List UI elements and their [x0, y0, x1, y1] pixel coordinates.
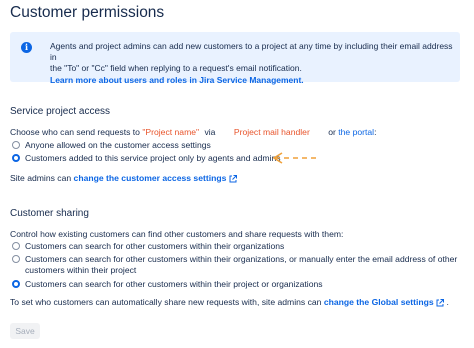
external-link-icon[interactable] — [436, 298, 445, 307]
radio-label-line-1: Customers can search for other customers… — [25, 254, 458, 264]
global-settings-row: To set who customers can automatically s… — [10, 297, 449, 308]
access-prompt-text: Choose who can send requests to — [10, 127, 140, 137]
via-text: via — [204, 127, 216, 137]
customer-sharing-heading: Customer sharing — [10, 208, 89, 219]
sharing-prompt: Control how existing customers can find … — [10, 229, 344, 239]
mail-handler-annotation: Project mail handler — [233, 127, 310, 137]
annotation-arrow-icon — [272, 152, 316, 164]
info-text: Agents and project admins can add new cu… — [50, 41, 455, 86]
site-admins-row: Site admins can change the customer acce… — [10, 173, 237, 184]
radio-button-selected[interactable] — [12, 154, 20, 162]
learn-more-link[interactable]: Learn more about users and roles in Jira… — [50, 75, 455, 86]
radio-button[interactable] — [12, 141, 20, 149]
site-admins-text: Site admins can — [10, 173, 72, 183]
global-settings-text: To set who customers can automatically s… — [10, 297, 322, 307]
info-line-1: Agents and project admins can add new cu… — [50, 41, 453, 63]
radio-button-selected[interactable] — [12, 280, 20, 288]
radio-button[interactable] — [12, 255, 20, 263]
page-title: Customer permissions — [10, 4, 165, 21]
period-text: . — [446, 297, 449, 307]
radio-button[interactable] — [12, 242, 20, 250]
radio-label: Customers added to this service project … — [25, 153, 281, 163]
project-name-annotation: "Project name" — [142, 127, 200, 137]
customer-access-settings-link[interactable]: change the customer access settings — [74, 173, 227, 183]
radio-label: Customers can search for other customers… — [25, 279, 323, 289]
access-prompt: Choose who can send requests to "Project… — [10, 127, 376, 138]
portal-link[interactable]: the portal — [338, 127, 374, 137]
radio-label: Customers can search for other customers… — [25, 241, 285, 251]
global-settings-link[interactable]: change the Global settings — [324, 297, 434, 307]
radio-label: Anyone allowed on the customer access se… — [25, 140, 211, 150]
colon-text: : — [374, 127, 377, 137]
info-panel: i Agents and project admins can add new … — [10, 32, 460, 85]
radio-label-line-2: customers within their project — [25, 265, 137, 275]
info-line-2: the "To" or "Cc" field when replying to … — [50, 63, 302, 74]
save-button[interactable]: Save — [10, 323, 40, 339]
info-icon: i — [21, 42, 32, 53]
or-text: or — [328, 127, 336, 137]
service-project-access-heading: Service project access — [10, 106, 111, 117]
external-link-icon[interactable] — [229, 174, 237, 183]
